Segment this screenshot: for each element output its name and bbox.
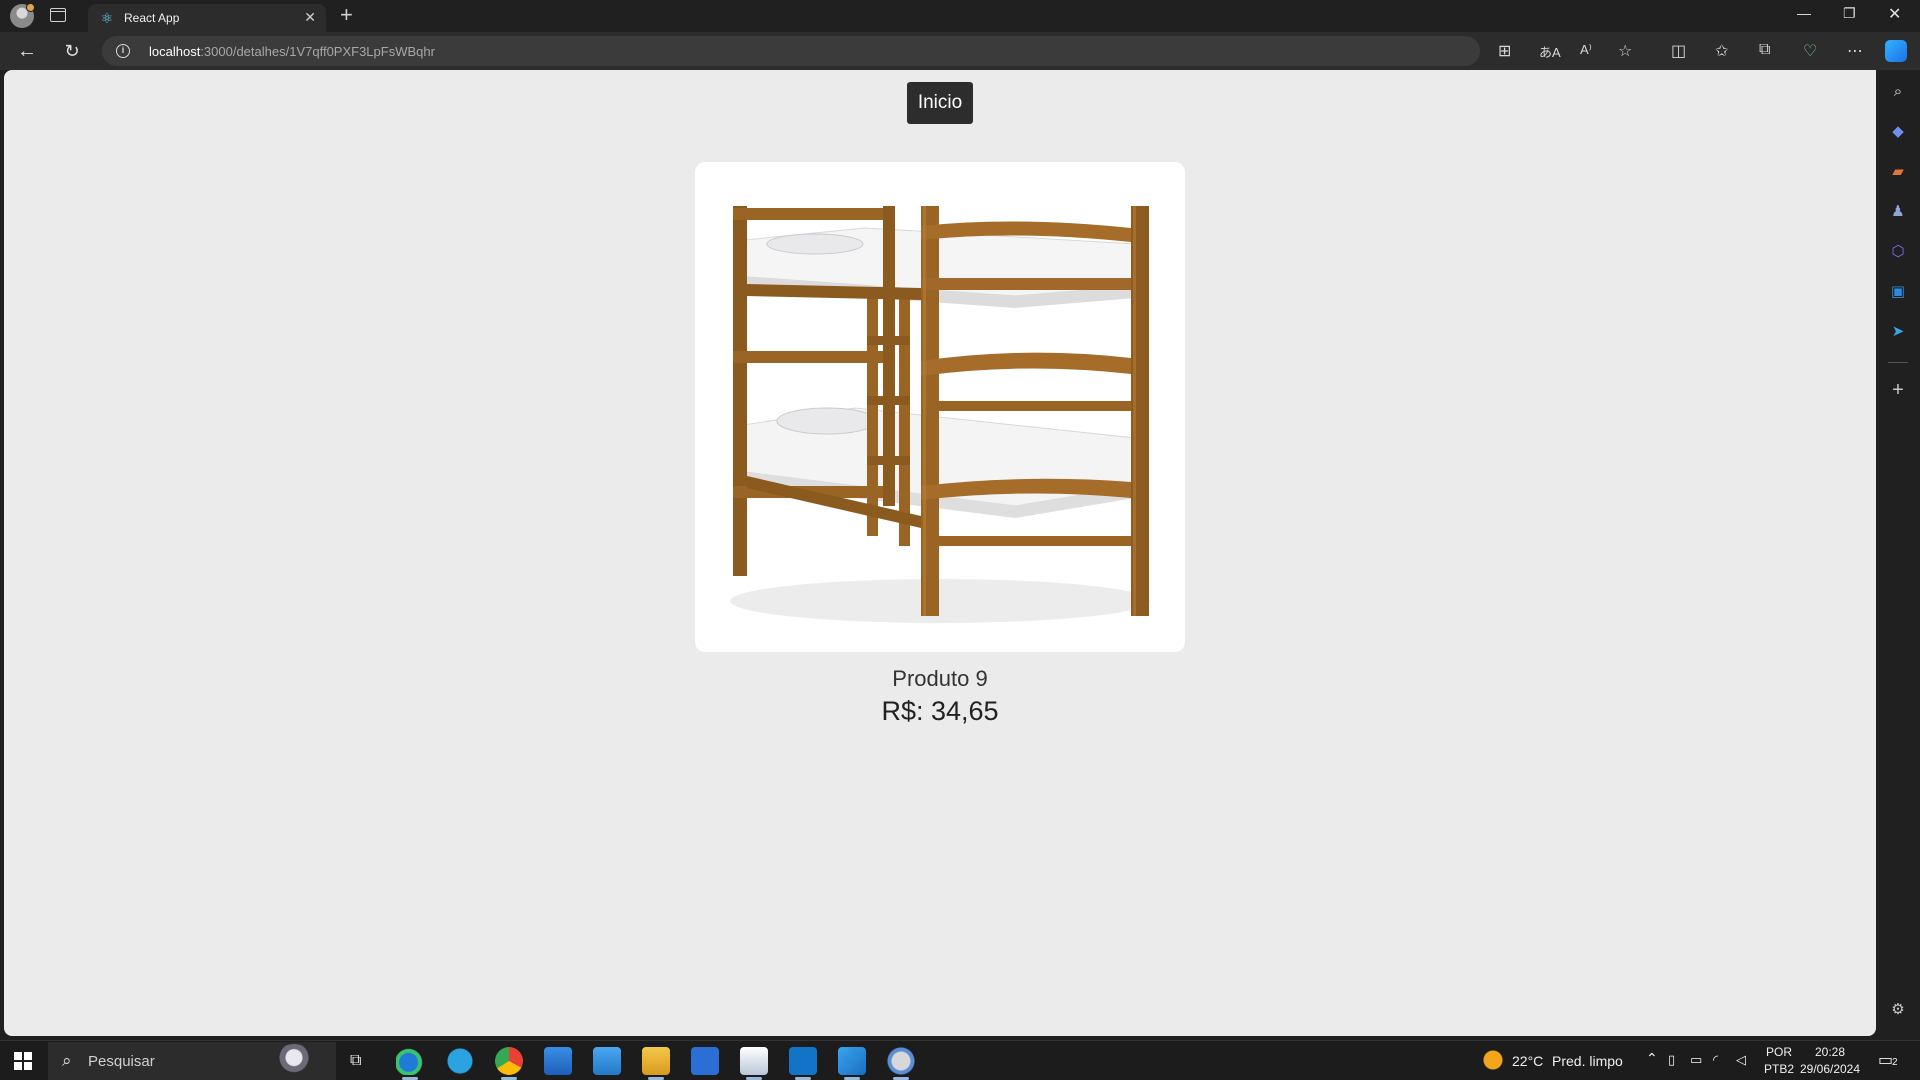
profile-avatar-icon[interactable] [10,3,35,28]
minimize-icon[interactable]: — [1797,5,1811,21]
search-magnifier-icon: ⌕ [62,1051,72,1070]
tray-device-icon[interactable]: ▯ [1668,1052,1675,1068]
url-text[interactable]: localhost:3000/detalhes/1V7qff0PXF3LpFsW… [149,44,435,59]
tab-close-icon[interactable]: ✕ [304,9,316,26]
tab-actions-icon[interactable] [50,8,66,22]
taskbar-search[interactable]: ⌕ Pesquisar [48,1042,336,1080]
bunk-bed-image [730,206,1150,623]
mail-taskbar-icon[interactable] [593,1047,621,1075]
chrome-taskbar-icon[interactable] [495,1047,523,1075]
browser-toolbar: ← ↻ i localhost:3000/detalhes/1V7qff0PXF… [0,32,1920,70]
search-icon[interactable]: ⌕ [1888,82,1908,102]
notifications-count: 2 [1892,1057,1898,1068]
address-bar[interactable]: i localhost:3000/detalhes/1V7qff0PXF3LpF… [102,36,1480,66]
copilot-icon[interactable] [1885,40,1907,62]
browser-tab[interactable]: ⚛ React App ✕ [88,4,326,32]
split-screen-icon[interactable]: ◫ [1671,41,1686,61]
url-host: localhost [149,44,201,59]
outlook-icon[interactable]: ▣ [1888,282,1908,302]
weather-temp[interactable]: 22°C [1512,1053,1543,1069]
product-price: R$: 34,65 [881,696,999,726]
wifi-icon[interactable]: ◜ [1713,1052,1718,1068]
product-name: Produto 9 [892,666,988,691]
weather-desc[interactable]: Pred. limpo [1552,1053,1623,1069]
telegram-taskbar-icon[interactable] [446,1047,474,1075]
home-button[interactable]: Inicio [907,82,973,124]
browser-essentials-icon[interactable]: ♡ [1803,41,1817,61]
sidebar-settings-gear-icon[interactable]: ⚙ [1888,1000,1908,1020]
file-explorer-taskbar-icon[interactable] [642,1047,670,1075]
translate-icon[interactable]: あA [1539,42,1561,61]
collections-icon[interactable]: ⧉ [1759,41,1770,59]
outlook-taskbar-icon[interactable] [789,1047,817,1075]
windows-start-icon[interactable] [14,1052,32,1070]
reload-icon[interactable]: ↻ [61,40,83,62]
tools-briefcase-icon[interactable]: ▰ [1888,162,1908,182]
back-arrow-icon[interactable]: ← [16,40,38,62]
search-placeholder: Pesquisar [88,1053,155,1070]
more-menu-icon[interactable]: ⋯ [1847,41,1863,61]
telegram-icon[interactable]: ➤ [1888,322,1908,342]
tray-chevron-up-icon[interactable]: ⌃ [1646,1050,1658,1067]
battery-icon[interactable]: ▭ [1690,1052,1702,1068]
input-language[interactable]: POR [1764,1045,1794,1059]
react-favicon-icon: ⚛ [100,10,114,26]
restore-icon[interactable]: ❐ [1843,5,1856,22]
edge-sidebar: ⌕ ◆ ▰ ♟ ⬡ ▣ ➤ + ⚙ [1876,70,1920,1040]
copilot-sidebar-icon[interactable]: ⬡ [1888,242,1908,262]
weather-icon[interactable] [1482,1049,1504,1071]
app-install-icon[interactable]: ⊞ [1498,41,1511,61]
url-path: :3000/detalhes/1V7qff0PXF3LpFsWBqhr [200,44,435,59]
edge-taskbar-icon[interactable] [396,1047,424,1075]
task-view-icon[interactable]: ⧉ [350,1052,361,1070]
shopping-tag-icon[interactable]: ◆ [1888,122,1908,142]
app-taskbar-icon[interactable] [691,1047,719,1075]
windows-taskbar: ⌕ Pesquisar ⧉ 22°C Pred. limpo ⌃ ▯ ▭ ◜ ◁… [0,1040,1920,1080]
title-bar: ⚛ React App ✕ + — ❐ ✕ [0,0,1920,32]
search-highlight-icon [274,1044,314,1078]
add-sidebar-app-icon[interactable]: + [1888,380,1908,400]
site-info-icon[interactable]: i [116,44,130,58]
clock-time[interactable]: 20:28 [1798,1045,1862,1059]
tool-taskbar-icon[interactable] [887,1047,915,1075]
sidebar-divider [1888,362,1908,363]
close-window-icon[interactable]: ✕ [1888,4,1901,24]
games-icon[interactable]: ♟ [1888,202,1908,222]
vscode-taskbar-icon[interactable] [838,1047,866,1075]
volume-icon[interactable]: ◁ [1736,1052,1746,1068]
tab-title: React App [124,11,180,25]
new-tab-icon[interactable]: + [340,3,353,27]
store-taskbar-icon[interactable] [544,1047,572,1075]
page-viewport: Inicio Produto 9 R$: 34,65 [4,70,1876,1036]
read-aloud-icon[interactable]: A⁾ [1580,42,1592,58]
favorite-star-icon[interactable]: ☆ [1618,41,1632,61]
favorites-icon[interactable]: ✩ [1715,41,1728,61]
keyboard-layout[interactable]: PTB2 [1764,1062,1794,1076]
product-image-card [695,162,1185,652]
notepad-taskbar-icon[interactable] [740,1047,768,1075]
notifications-icon[interactable]: ▭ [1878,1050,1893,1070]
clock-date[interactable]: 29/06/2024 [1798,1062,1862,1076]
